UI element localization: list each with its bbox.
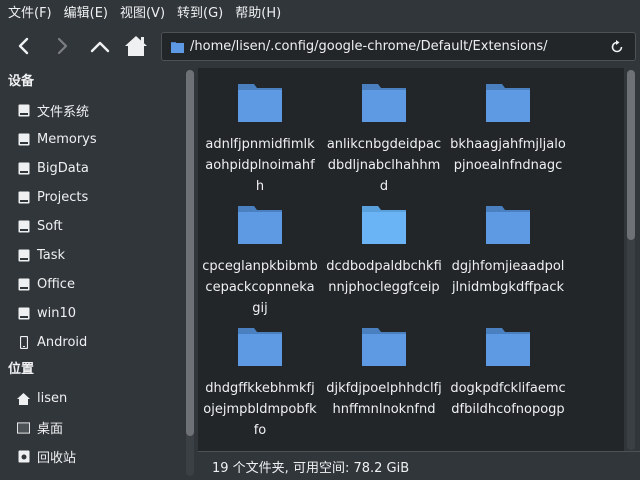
folder-name: cpceglanpkbibmbcepackcopnnekagij [202, 259, 318, 316]
sidebar-item-label: BigData [37, 161, 89, 176]
folder-icon [484, 204, 532, 246]
location-bar[interactable]: /home/lisen/.config/google-chrome/Defaul… [161, 32, 636, 61]
places-header: 位置 [8, 362, 35, 377]
home-icon [125, 36, 147, 56]
forward-arrow-icon [57, 37, 68, 55]
sidebar-item-label: Office [37, 277, 75, 292]
drive-icon [17, 220, 30, 233]
drive-icon [17, 162, 30, 175]
sidebar-item-android[interactable]: Android [0, 328, 180, 357]
sidebar-item-label: Task [37, 248, 66, 263]
drive-icon [17, 191, 30, 204]
folder-icon [360, 204, 408, 246]
folder-item[interactable]: dgjhfomjieaadpoljlnidmbgkdffpack [446, 204, 570, 298]
sidebar-scrollbar[interactable] [186, 70, 194, 476]
drive-icon [17, 307, 30, 320]
folder-name: bkhaagjahfmjljalopjnoealnfndnagc [450, 137, 566, 173]
home-button[interactable] [121, 31, 151, 61]
menu-help[interactable]: 帮助(H) [229, 0, 287, 28]
refresh-icon [611, 39, 623, 52]
sidebar-scrollbar-thumb[interactable] [186, 70, 194, 436]
desktop-icon [17, 421, 30, 434]
folder-view[interactable]: adnlfjpnmidfimlkaohpidplnoimahfh anlikcn… [198, 68, 624, 451]
sidebar-item-trash[interactable]: 回收站 [0, 442, 180, 471]
back-button[interactable] [9, 31, 39, 61]
drive-icon [17, 104, 30, 117]
folder-name: dogkpdfcklifaemcdfbildhcofnopogp [450, 381, 566, 417]
folder-name: dcdbodpaldbchkfinnjphocleggfceip [326, 259, 442, 295]
folder-name: dhdgffkkebhmkfjojejmpbldmpobfkfo [203, 381, 317, 438]
sidebar-item-label: Memorys [37, 132, 97, 147]
sidebar-item-label: win10 [37, 306, 77, 321]
folder-name: anlikcnbgdeidpacdbdljnabclhahhmd [326, 137, 442, 194]
devices-header: 设备 [8, 74, 35, 89]
sidebar-item-memorys[interactable]: Memorys [0, 125, 180, 154]
sidebar-item-label: 回收站 [37, 451, 77, 466]
folder-item-hovered[interactable]: dcdbodpaldbchkfinnjphocleggfceip [322, 204, 446, 298]
trash-icon [17, 450, 30, 463]
back-arrow-icon [18, 37, 29, 55]
folder-name: adnlfjpnmidfimlkaohpidplnoimahfh [205, 137, 315, 194]
status-bar: 19 个文件夹, 可用空间: 78.2 GiB [198, 451, 640, 480]
sidebar-item-label: Soft [37, 219, 63, 234]
sidebar-item-label: Android [37, 335, 88, 350]
folder-item[interactable]: anlikcnbgdeidpacdbdljnabclhahhmd [322, 82, 446, 197]
sidebar-item-filesystem[interactable]: 文件系统 [0, 96, 180, 125]
menu-file[interactable]: 文件(F) [2, 0, 58, 28]
sidebar-item-label: 文件系统 [37, 105, 90, 120]
folder-view-scrollbar[interactable] [627, 70, 635, 450]
location-path[interactable]: /home/lisen/.config/google-chrome/Defaul… [190, 39, 605, 54]
folder-item[interactable]: bkhaagjahfmjljalopjnoealnfndnagc [446, 82, 570, 176]
menu-go[interactable]: 转到(G) [171, 0, 229, 28]
sidebar-item-desktop[interactable]: 桌面 [0, 413, 180, 442]
folder-item[interactable]: cpceglanpkbibmbcepackcopnnekagij [198, 204, 322, 319]
sidebar-item-label: 桌面 [37, 422, 64, 437]
status-text: 19 个文件夹, 可用空间: 78.2 GiB [212, 460, 410, 476]
sidebar-item-soft[interactable]: Soft [0, 212, 180, 241]
drive-icon [17, 133, 30, 146]
sidebar-item-office[interactable]: Office [0, 270, 180, 299]
refresh-button[interactable] [605, 35, 629, 59]
toolbar: /home/lisen/.config/google-chrome/Defaul… [0, 28, 640, 64]
menu-bar: 文件(F) 编辑(E) 视图(V) 转到(G) 帮助(H) [0, 0, 640, 28]
folder-icon [360, 82, 408, 124]
home-icon [17, 392, 30, 405]
folder-icon [171, 41, 184, 53]
folder-name: dgjhfomjieaadpoljlnidmbgkdffpack [451, 259, 565, 295]
drive-icon [17, 249, 30, 262]
up-button[interactable] [85, 31, 115, 61]
drive-icon [17, 278, 30, 291]
folder-item[interactable]: djkfdjpoelphhdclfjhnffmnlnoknfnd [322, 326, 446, 420]
folder-icon [484, 326, 532, 368]
places-sidebar: 设备 文件系统 Memorys BigData Projects Soft Ta [0, 68, 184, 480]
sidebar-item-home[interactable]: lisen [0, 384, 180, 413]
sidebar-item-task[interactable]: Task [0, 241, 180, 270]
menu-edit[interactable]: 编辑(E) [58, 0, 114, 28]
folder-item[interactable]: dhdgffkkebhmkfjojejmpbldmpobfkfo [198, 326, 322, 441]
forward-button[interactable] [47, 31, 77, 61]
sidebar-item-win10[interactable]: win10 [0, 299, 180, 328]
phone-icon [17, 336, 30, 349]
folder-icon [484, 82, 532, 124]
sidebar-item-bigdata[interactable]: BigData [0, 154, 180, 183]
menu-view[interactable]: 视图(V) [114, 0, 171, 28]
sidebar-item-projects[interactable]: Projects [0, 183, 180, 212]
folder-view-scrollbar-thumb[interactable] [627, 70, 635, 240]
folder-icon [236, 82, 284, 124]
sidebar-item-label: Projects [37, 190, 89, 205]
folder-icon [236, 326, 284, 368]
sidebar-item-label: lisen [37, 391, 68, 406]
folder-icon [236, 204, 284, 246]
up-arrow-icon [90, 41, 110, 53]
folder-item[interactable]: dogkpdfcklifaemcdfbildhcofnopogp [446, 326, 570, 420]
folder-item[interactable]: adnlfjpnmidfimlkaohpidplnoimahfh [198, 82, 322, 197]
folder-icon [360, 326, 408, 368]
folder-name: djkfdjpoelphhdclfjhnffmnlnoknfnd [326, 381, 442, 417]
